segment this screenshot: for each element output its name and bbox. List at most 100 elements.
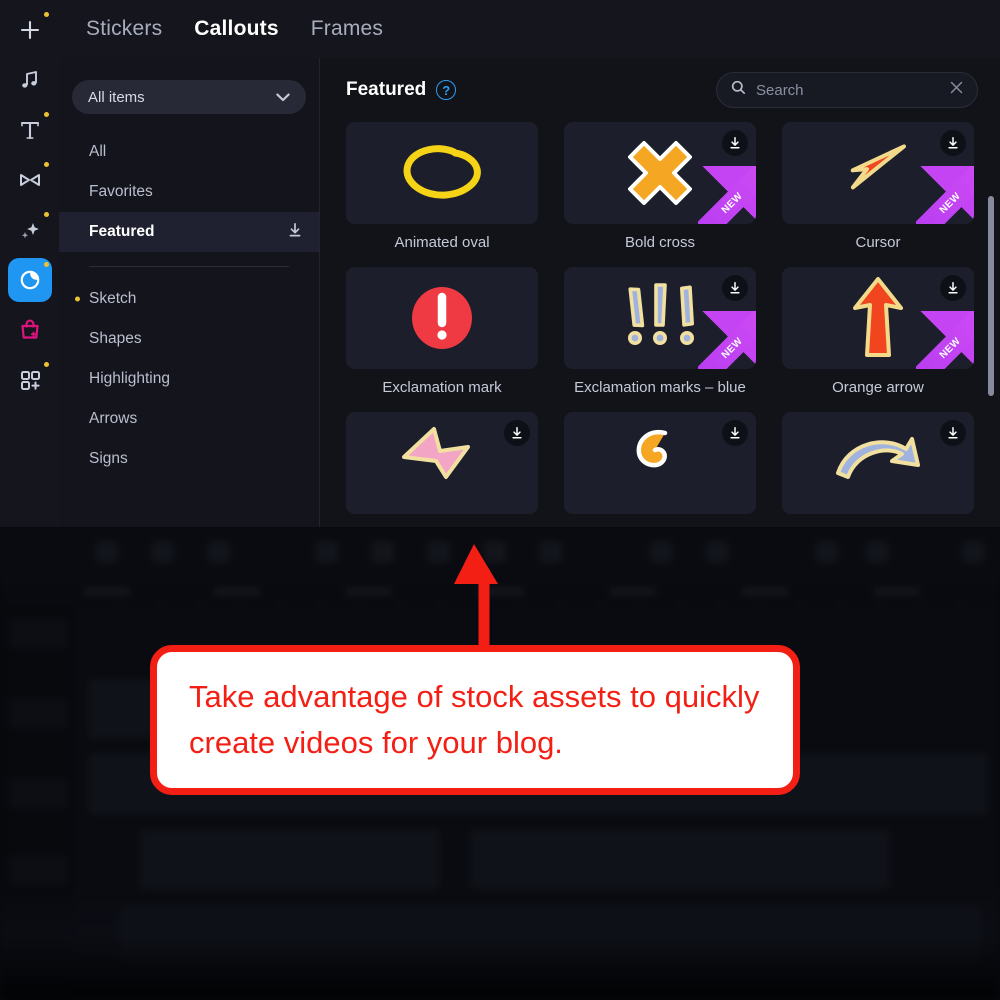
- annotation-callout: Take advantage of stock assets to quickl…: [150, 645, 800, 795]
- rail-item-effects[interactable]: [8, 208, 52, 252]
- new-badge-label: NEW: [698, 311, 756, 369]
- orange-cross-art: [622, 135, 698, 211]
- asset-thumbnail[interactable]: NEW: [564, 122, 756, 224]
- category-shapes[interactable]: Shapes: [59, 319, 319, 359]
- rail-item-add-media[interactable]: [8, 8, 52, 52]
- asset-card[interactable]: Exclamation mark: [346, 267, 538, 398]
- notification-dot: [44, 12, 49, 17]
- asset-thumbnail[interactable]: NEW: [782, 122, 974, 224]
- category-label: Sketch: [89, 290, 136, 308]
- rail-item-text[interactable]: [8, 108, 52, 152]
- orange-cursor-art: [847, 133, 909, 213]
- rail-item-audio[interactable]: [8, 58, 52, 102]
- download-icon[interactable]: [722, 275, 748, 301]
- download-icon[interactable]: [940, 130, 966, 156]
- asset-thumbnail[interactable]: NEW: [782, 267, 974, 369]
- pink-arrow-art: [394, 423, 490, 503]
- search-input[interactable]: Search: [756, 82, 940, 99]
- category-highlighting[interactable]: Highlighting: [59, 359, 319, 399]
- asset-thumbnail[interactable]: [346, 267, 538, 369]
- asset-library-panel: Stickers Callouts Frames All items All F…: [0, 0, 1000, 527]
- left-tool-rail: [0, 0, 59, 527]
- tab-frames[interactable]: Frames: [311, 17, 383, 41]
- asset-label: Exclamation marks – blue: [564, 378, 756, 398]
- asset-thumbnail[interactable]: [564, 412, 756, 514]
- category-sidebar: All items All Favorites Featured: [59, 58, 320, 527]
- asset-grid-area: Featured ? Search: [320, 58, 1000, 527]
- yellow-oval-art: [392, 137, 492, 209]
- asset-label: Animated oval: [346, 233, 538, 253]
- asset-thumbnail[interactable]: [782, 412, 974, 514]
- new-badge-label: NEW: [916, 311, 974, 369]
- annotation-text: Take advantage of stock assets to quickl…: [189, 674, 761, 766]
- asset-thumbnail[interactable]: [346, 122, 538, 224]
- asset-label: Cursor: [782, 233, 974, 253]
- app-root: Stickers Callouts Frames All items All F…: [0, 0, 1000, 1000]
- new-badge-label: NEW: [698, 166, 756, 224]
- grid-header: Featured ? Search: [320, 58, 1000, 122]
- category-label: Arrows: [89, 410, 137, 428]
- download-icon[interactable]: [940, 420, 966, 446]
- asset-thumbnail[interactable]: [346, 412, 538, 514]
- new-content-dot: [75, 297, 80, 302]
- category-label: All: [89, 143, 106, 161]
- asset-card[interactable]: [346, 412, 538, 523]
- tab-stickers[interactable]: Stickers: [86, 17, 162, 41]
- asset-card[interactable]: [782, 412, 974, 523]
- asset-label: Bold cross: [564, 233, 756, 253]
- asset-card[interactable]: Animated oval: [346, 122, 538, 253]
- asset-grid: Animated oval NEW: [320, 122, 1000, 523]
- orange-arrow-up-art: [848, 274, 908, 362]
- asset-card[interactable]: NEW Cursor: [782, 122, 974, 253]
- tab-callouts[interactable]: Callouts: [194, 17, 278, 41]
- asset-card[interactable]: NEW Orange arrow: [782, 267, 974, 398]
- status-badge: NEW: [916, 311, 974, 369]
- new-badge-label: NEW: [916, 166, 974, 224]
- rail-item-callouts[interactable]: [8, 258, 52, 302]
- page-title: Featured: [346, 79, 426, 101]
- category-label: Featured: [89, 223, 154, 241]
- close-x-icon[interactable]: [950, 81, 963, 99]
- category-list: All Favorites Featured Sketch S: [59, 132, 319, 479]
- category-featured[interactable]: Featured: [59, 212, 319, 252]
- asset-card[interactable]: NEW Bold cross: [564, 122, 756, 253]
- rail-item-more-assets[interactable]: [8, 358, 52, 402]
- download-icon[interactable]: [504, 420, 530, 446]
- status-badge: NEW: [698, 166, 756, 224]
- panel-tab-bar: Stickers Callouts Frames: [59, 0, 1000, 58]
- notification-dot: [44, 262, 49, 267]
- status-badge: NEW: [916, 166, 974, 224]
- download-icon[interactable]: [287, 222, 303, 243]
- category-label: Favorites: [89, 183, 153, 201]
- all-items-dropdown[interactable]: All items: [72, 80, 306, 114]
- category-label: Signs: [89, 450, 128, 468]
- question-mark-help-icon[interactable]: ?: [436, 80, 456, 100]
- category-label: Highlighting: [89, 370, 170, 388]
- asset-card[interactable]: [564, 412, 756, 523]
- orange-spiral-art: [625, 423, 695, 503]
- asset-label: Orange arrow: [782, 378, 974, 398]
- notification-dot: [44, 112, 49, 117]
- search-field[interactable]: Search: [716, 72, 978, 108]
- asset-thumbnail[interactable]: NEW: [564, 267, 756, 369]
- rail-item-transitions[interactable]: [8, 158, 52, 202]
- category-favorites[interactable]: Favorites: [59, 172, 319, 212]
- dropdown-value: All items: [88, 89, 145, 106]
- asset-label: Exclamation mark: [346, 378, 538, 398]
- category-sketch[interactable]: Sketch: [59, 279, 319, 319]
- download-icon[interactable]: [940, 275, 966, 301]
- download-icon[interactable]: [722, 420, 748, 446]
- category-all[interactable]: All: [59, 132, 319, 172]
- search-magnifier-icon: [731, 80, 746, 100]
- blue-exclamations-art: [614, 276, 706, 360]
- category-arrows[interactable]: Arrows: [59, 399, 319, 439]
- notification-dot: [44, 362, 49, 367]
- notification-dot: [44, 212, 49, 217]
- rail-item-store[interactable]: [8, 308, 52, 352]
- asset-card[interactable]: NEW Exclamation marks – blue: [564, 267, 756, 398]
- category-signs[interactable]: Signs: [59, 439, 319, 479]
- chevron-down-icon: [276, 90, 290, 105]
- red-up-arrow: [440, 538, 540, 658]
- download-icon[interactable]: [722, 130, 748, 156]
- vertical-scrollbar[interactable]: [988, 196, 994, 396]
